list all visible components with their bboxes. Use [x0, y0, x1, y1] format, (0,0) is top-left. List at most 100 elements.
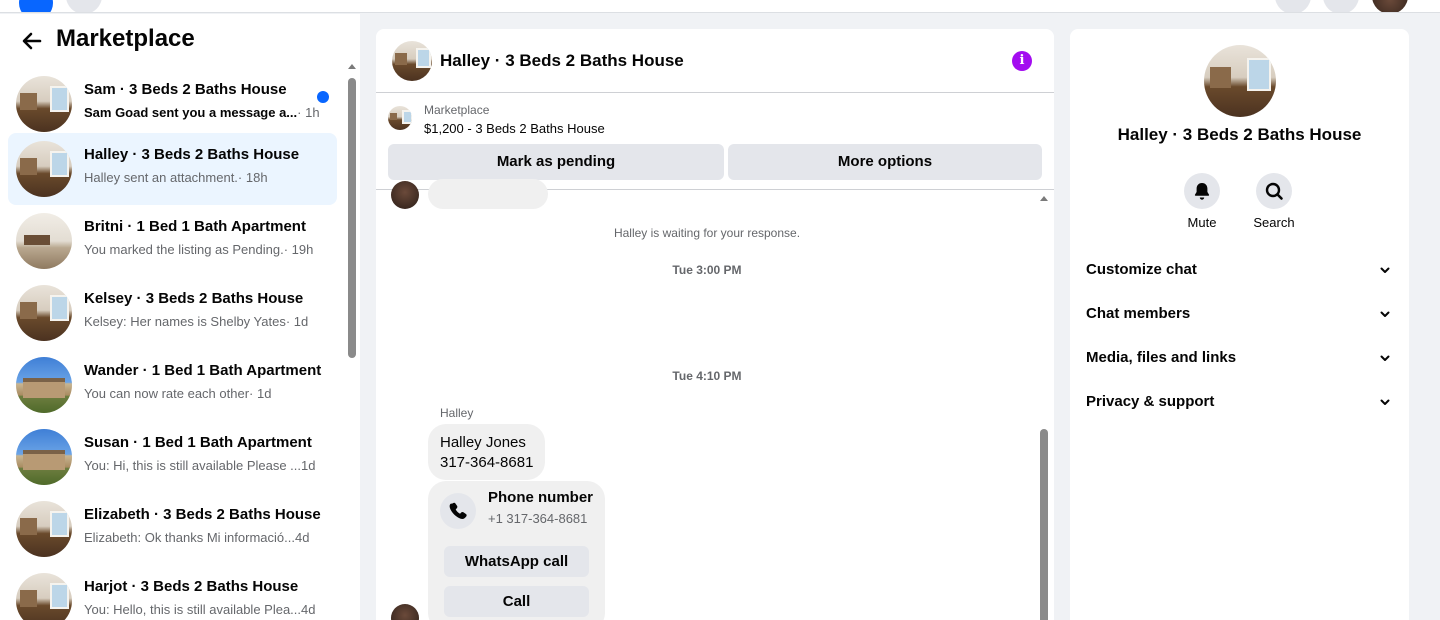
more-options-button[interactable]: More options: [728, 144, 1042, 180]
conversation-snippet: You: Hello, this is still available Plea…: [84, 602, 316, 617]
chevron-down-icon: [1380, 311, 1390, 317]
conversation-snippet: You: Hi, this is still available Please …: [84, 458, 316, 473]
customize-chat-section[interactable]: Customize chat: [1078, 248, 1401, 292]
conversation-scrollbar[interactable]: [346, 64, 358, 620]
conversation-name: Kelsey · 3 Beds 2 Baths House: [84, 290, 304, 307]
conversation-name: Wander · 1 Bed 1 Bath Apartment: [84, 362, 322, 379]
conversation-item[interactable]: Kelsey · 3 Beds 2 Baths House Kelsey: He…: [8, 277, 337, 349]
conversation-name: Britni · 1 Bed 1 Bath Apartment: [84, 218, 306, 235]
messenger-icon[interactable]: [1275, 0, 1311, 12]
conversation-item[interactable]: Wander · 1 Bed 1 Bath Apartment You can …: [8, 349, 337, 421]
listing-thumbnail: [16, 141, 72, 197]
search-label: Search: [1253, 215, 1295, 230]
sender-name: Halley: [440, 406, 474, 420]
chat-info-title: Halley · 3 Beds 2 Baths House: [1117, 125, 1362, 144]
conversation-snippet: You marked the listing as Pending. · 19h: [84, 242, 314, 257]
conversation-name: Elizabeth · 3 Beds 2 Baths House: [84, 506, 321, 523]
search-button[interactable]: Search: [1244, 173, 1304, 230]
profile-avatar[interactable]: [1372, 0, 1408, 12]
conversation-item[interactable]: Sam · 3 Beds 2 Baths House Sam Goad sent…: [8, 68, 337, 140]
section-label: Customize chat: [1086, 261, 1197, 278]
search-icon: [1256, 173, 1292, 209]
scrollbar-thumb[interactable]: [348, 78, 356, 358]
conversation-time: 1d: [301, 458, 316, 473]
scroll-up-icon[interactable]: [1040, 196, 1048, 201]
call-button[interactable]: Call: [444, 586, 589, 617]
chevron-down-icon: [1380, 355, 1390, 361]
phone-card-number: +1 317-364-8681: [488, 511, 588, 526]
conversation-snippet: Sam Goad sent you a message a... · 1h: [84, 105, 320, 120]
mute-label: Mute: [1187, 215, 1217, 230]
listing-banner: Marketplace $1,200 - 3 Beds 2 Baths Hous…: [376, 94, 1054, 190]
chevron-down-icon: [1380, 267, 1390, 273]
conversation-item[interactable]: Halley · 3 Beds 2 Baths House Halley sen…: [8, 133, 337, 205]
conversation-name: Halley · 3 Beds 2 Baths House: [84, 146, 300, 163]
conversation-time: · 18h: [237, 170, 268, 185]
listing-thumbnail[interactable]: [388, 106, 412, 130]
section-label: Media, files and links: [1086, 349, 1237, 366]
conversation-snippet: Kelsey: Her names is Shelby Yates · 1d: [84, 314, 309, 329]
listing-thumbnail: [16, 357, 72, 413]
message-bubble: [428, 179, 548, 209]
facebook-logo-icon[interactable]: [19, 0, 53, 12]
section-label: Privacy & support: [1086, 393, 1215, 410]
conversation-snippet: Halley sent an attachment. · 18h: [84, 170, 268, 185]
listing-thumbnail: [16, 573, 72, 620]
section-label: Chat members: [1086, 305, 1191, 322]
media-files-links-section[interactable]: Media, files and links: [1078, 336, 1401, 380]
conversation-time: 4d: [301, 602, 316, 617]
conversation-snippet: You can now rate each other · 1d: [84, 386, 272, 401]
chevron-down-icon: [1380, 399, 1390, 405]
listing-source: Marketplace: [424, 103, 490, 117]
listing-thumbnail: [16, 285, 72, 341]
conversation-time: · 1h: [297, 105, 320, 120]
conversation-item[interactable]: Harjot · 3 Beds 2 Baths House You: Hello…: [8, 565, 337, 620]
listing-thumbnail: [16, 213, 72, 269]
sender-avatar: [391, 181, 419, 209]
mark-as-pending-button[interactable]: Mark as pending: [388, 144, 724, 180]
message-bubble[interactable]: Halley Jones 317-364-8681: [428, 424, 545, 480]
listing-thumbnail: [16, 501, 72, 557]
scrollbar-thumb[interactable]: [1040, 429, 1048, 620]
chat-scrollbar[interactable]: [1037, 191, 1049, 620]
conversation-snippet: Elizabeth: Ok thanks Mi informació... 4d: [84, 530, 310, 545]
chat-header: Halley · 3 Beds 2 Baths House i: [376, 29, 1054, 93]
info-icon[interactable]: i: [1012, 51, 1032, 71]
message-thread: Halley is waiting for your response. Tue…: [376, 179, 1054, 620]
listing-price[interactable]: $1,200 - 3 Beds 2 Baths House: [424, 121, 605, 136]
privacy-support-section[interactable]: Privacy & support: [1078, 380, 1401, 424]
chat-info-panel: Halley · 3 Beds 2 Baths House Mute Searc…: [1070, 29, 1409, 620]
scroll-up-icon[interactable]: [348, 64, 356, 69]
system-message: Halley is waiting for your response.: [613, 226, 801, 240]
chat-avatar[interactable]: [1204, 45, 1276, 117]
back-arrow-icon[interactable]: [20, 29, 44, 53]
conversation-time: · 1d: [249, 386, 272, 401]
mute-button[interactable]: Mute: [1172, 173, 1232, 230]
conversation-time: 4d: [294, 530, 310, 545]
conversation-name: Susan · 1 Bed 1 Bath Apartment: [84, 434, 312, 451]
panel-header: Marketplace: [0, 14, 360, 66]
chat-members-section[interactable]: Chat members: [1078, 292, 1401, 336]
bell-icon: [1184, 173, 1220, 209]
sender-avatar: [391, 604, 419, 620]
notifications-icon[interactable]: [1323, 0, 1359, 12]
whatsapp-call-button[interactable]: WhatsApp call: [444, 546, 589, 577]
message-text-line: Halley Jones: [440, 434, 526, 451]
conversation-name: Sam · 3 Beds 2 Baths House: [84, 81, 287, 98]
timestamp: Tue 3:00 PM: [672, 263, 742, 277]
conversation-name: Harjot · 3 Beds 2 Baths House: [84, 578, 299, 595]
conversation-item[interactable]: Britni · 1 Bed 1 Bath Apartment You mark…: [8, 205, 337, 277]
conversation-time: · 1d: [285, 314, 309, 329]
chat-title[interactable]: Halley · 3 Beds 2 Baths House: [440, 51, 684, 71]
listing-thumbnail: [16, 76, 72, 132]
listing-thumbnail: [16, 429, 72, 485]
conversation-panel: Marketplace Sam · 3 Beds 2 Baths House S…: [0, 14, 360, 620]
unread-indicator: [317, 91, 329, 103]
top-navigation-bar: [0, 0, 1440, 13]
timestamp: Tue 4:10 PM: [672, 369, 742, 383]
menu-icon[interactable]: [66, 0, 102, 12]
message-text-line: 317-364-8681: [440, 454, 534, 471]
chat-avatar[interactable]: [392, 41, 432, 81]
conversation-item[interactable]: Susan · 1 Bed 1 Bath Apartment You: Hi, …: [8, 421, 337, 493]
conversation-item[interactable]: Elizabeth · 3 Beds 2 Baths House Elizabe…: [8, 493, 337, 565]
